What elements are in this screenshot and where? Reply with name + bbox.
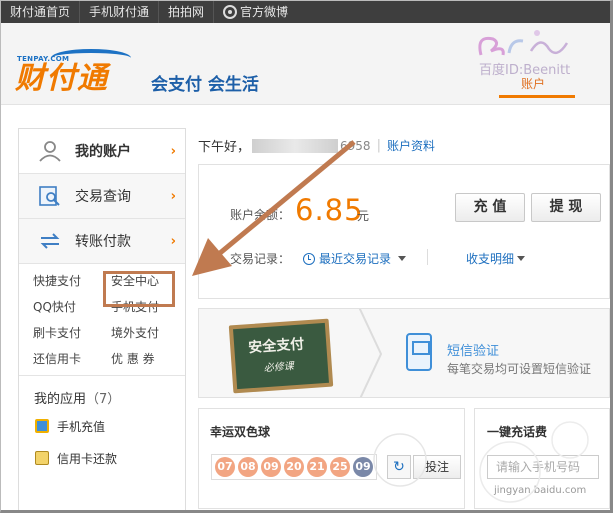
red-ball: 08: [238, 457, 258, 477]
highlight-box: [103, 271, 175, 307]
link-credit-card-repay[interactable]: 还信用卡: [33, 350, 111, 369]
chalk-subtitle: 必修课: [263, 361, 295, 375]
promo-banner[interactable]: 安全支付 必修课 短信验证 每笔交易均可设置短信验证: [198, 308, 610, 398]
slogan: 会支付 会生活: [151, 75, 259, 95]
link-quick-pay[interactable]: 快捷支付: [33, 272, 111, 291]
user-icon: [37, 140, 63, 162]
active-tab-indicator: [499, 95, 575, 98]
topnav-home-link[interactable]: 财付通首页: [1, 1, 81, 23]
phone-sms-icon: [406, 333, 432, 371]
red-ball: 20: [284, 457, 304, 477]
topnav-paipai-link[interactable]: 拍拍网: [159, 1, 215, 23]
red-ball: 09: [261, 457, 281, 477]
credit-card-icon: [35, 451, 49, 465]
tab-account[interactable]: 账户: [521, 75, 545, 92]
lottery-title: 幸运双色球: [210, 425, 271, 439]
mobile-recharge-icon: [35, 419, 49, 433]
sidebar-item-transfer[interactable]: 转账付款 ›: [19, 219, 185, 264]
logo-chinese: 财付通: [15, 61, 108, 96]
sms-verify-description: 每笔交易均可设置短信验证: [447, 362, 592, 376]
topnav-weibo-link[interactable]: 官方微博: [214, 1, 297, 23]
transfer-arrows-icon: [37, 230, 63, 252]
link-coupons[interactable]: 优 惠 券: [111, 350, 189, 369]
topnav-mobile-link[interactable]: 手机财付通: [80, 1, 160, 23]
sidebar-item-transactions[interactable]: 交易查询 ›: [19, 174, 185, 219]
income-detail-dropdown[interactable]: 收支明细: [466, 250, 526, 267]
red-ball: 25: [330, 457, 350, 477]
annotation-arrow-icon: [192, 140, 356, 276]
red-ball: 07: [215, 457, 235, 477]
link-qq-pay[interactable]: QQ快付: [33, 298, 111, 317]
link-card-pay[interactable]: 刷卡支付: [33, 324, 111, 343]
withdraw-button[interactable]: 提 现: [531, 193, 601, 222]
red-ball: 21: [307, 457, 327, 477]
recharge-button[interactable]: 充 值: [455, 193, 525, 222]
sidebar-item-my-account[interactable]: 我的账户 ›: [19, 129, 185, 174]
weibo-icon: [223, 5, 238, 19]
app-credit-card-repay[interactable]: 信用卡还款: [19, 442, 185, 474]
app-mobile-recharge[interactable]: 手机充值: [19, 410, 185, 442]
caret-down-icon: [398, 256, 407, 261]
caret-down-icon: [517, 256, 526, 261]
account-info-link[interactable]: 账户资料: [387, 137, 435, 154]
sidebar: 我的账户 › 交易查询 › 转账付款 › 快捷支付 安全中心 QQ快付 手机支付…: [18, 128, 186, 510]
divider: [427, 249, 428, 265]
lottery-balls: 07 08 09 20 21 25 09: [211, 454, 377, 480]
my-apps-title: 我的应用（7）: [34, 392, 121, 407]
chevron-divider-icon: [359, 309, 383, 397]
top-navigation: 财付通首页 手机财付通 拍拍网 官方微博: [1, 1, 610, 23]
chalk-title: 安全支付: [247, 336, 305, 357]
decorative-circles: [373, 421, 589, 503]
link-overseas-pay[interactable]: 境外支付: [111, 324, 189, 343]
chalkboard-image: 安全支付 必修课: [228, 318, 334, 394]
search-document-icon: [37, 185, 63, 207]
site-header: TENPAY.COM 财付通 会支付 会生活 百度ID:Beenitt 账户: [1, 23, 610, 105]
sms-verify-title: 短信验证: [447, 344, 500, 359]
